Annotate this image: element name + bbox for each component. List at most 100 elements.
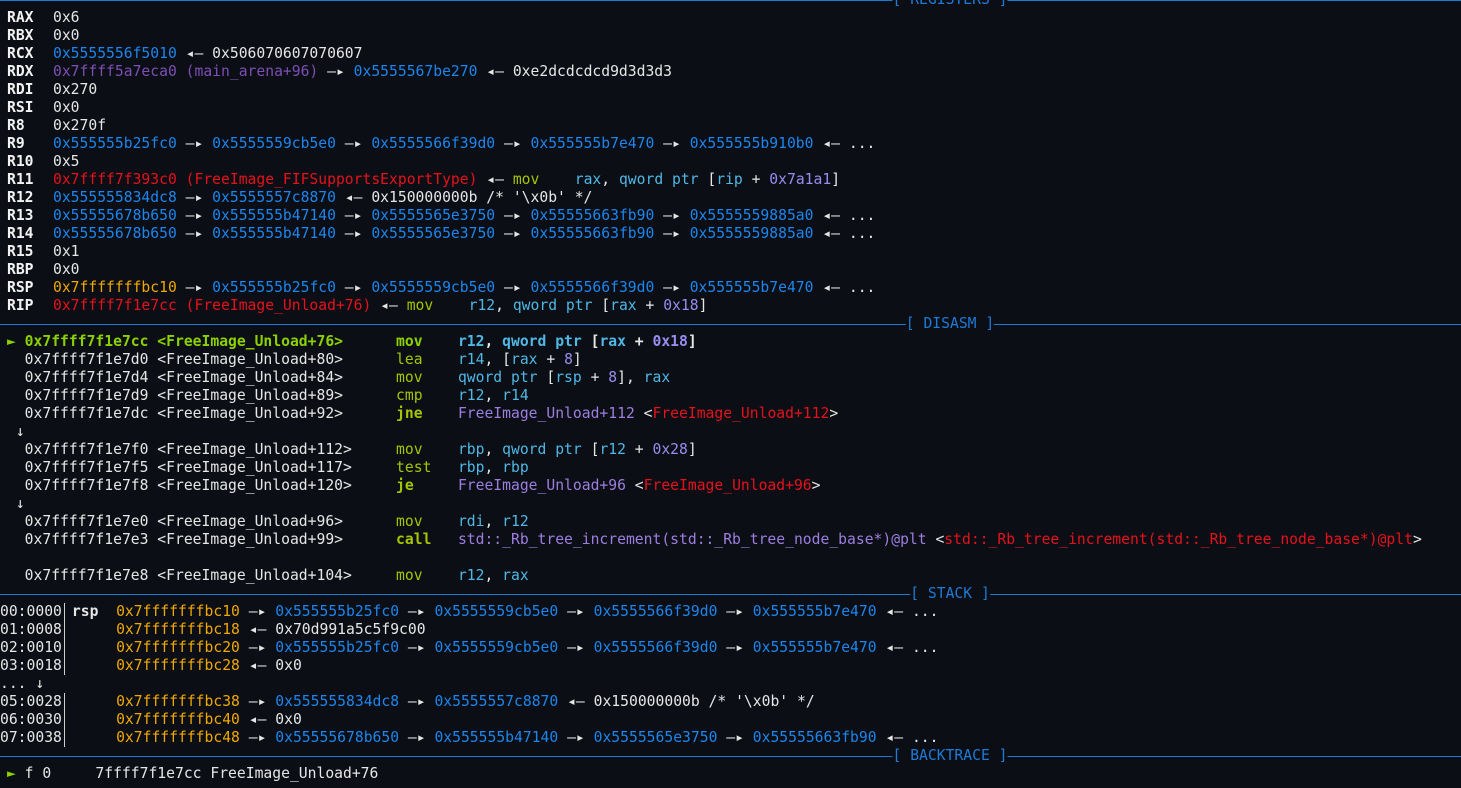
value-segment: 8: [564, 351, 573, 368]
value-segment: qword ptr: [618, 171, 699, 188]
instruction-address: 0x7ffff7f1e7e0 <FreeImage_Unload+96>: [24, 513, 344, 530]
value-segment: qword ptr: [502, 441, 582, 458]
value-segment: mov: [406, 297, 434, 314]
value-segment: 0x7fffffffbc48: [116, 729, 240, 746]
value-segment: +: [537, 351, 565, 368]
value-segment: ,: [484, 567, 503, 584]
stack-row: 00:0000 rsp 0x7fffffffbc10 —▸ 0x555555b25f…: [0, 603, 1461, 621]
stack-section-header: [ STACK ]: [0, 585, 1461, 603]
instruction-address: 0x7ffff7f1e7cc <FreeImage_Unload+76>: [24, 333, 344, 350]
current-frame-marker-icon: ►: [7, 765, 16, 782]
value-segment: 0x555555b47140: [212, 225, 336, 242]
value-segment: 0x55555678b650: [53, 207, 177, 224]
register-name: RBP: [7, 261, 34, 278]
value-segment: mov: [512, 171, 540, 188]
value-segment: r14: [457, 351, 485, 368]
value-segment: 0x5555559cb5e0: [371, 279, 496, 296]
value-segment: 0x5555559cb5e0: [434, 603, 559, 620]
instruction-mnemonic: mov: [396, 333, 423, 350]
value-segment: —▸: [335, 279, 372, 296]
stack-offset: 02:0010: [0, 639, 62, 656]
value-segment: qword ptr: [512, 297, 593, 314]
value-segment: <: [926, 531, 945, 548]
value-segment: [: [698, 171, 717, 188]
value-segment: 0x6: [53, 9, 80, 26]
value-segment: ◂—: [477, 171, 513, 188]
instruction-mnemonic: je: [396, 477, 414, 494]
value-segment: ,: [484, 387, 503, 404]
value-segment: —▸: [239, 729, 276, 746]
value-segment: —▸: [176, 189, 213, 206]
disasm-line: 0x7ffff7f1e7e0 <FreeImage_Unload+96> mov r…: [0, 513, 1461, 531]
value-segment: —▸: [558, 603, 594, 620]
value-segment: qword ptr: [457, 369, 538, 386]
jump-arrow-icon: ↓: [7, 423, 25, 440]
value-segment: ],: [617, 369, 644, 386]
instruction-address: 0x7ffff7f1e7f5 <FreeImage_Unload+117>: [24, 459, 352, 476]
value-segment: 0x0: [53, 99, 80, 116]
instruction-address: 0x7ffff7f1e7f8 <FreeImage_Unload+120>: [24, 477, 352, 494]
disasm-header-label: [ DISASM ]: [905, 315, 995, 333]
register-name: RDI: [7, 81, 34, 98]
register-name: RBX: [7, 27, 34, 44]
stack-offset: 07:0038: [0, 729, 62, 746]
value-segment: 0x5555567be270: [353, 63, 478, 80]
value-segment: 0x5555566f39d0: [530, 279, 655, 296]
value-segment: 0x555555834dc8: [53, 189, 177, 206]
disasm-line: ► 0x7ffff7f1e7cc <FreeImage_Unload+76> mov…: [0, 333, 1461, 351]
value-segment: ,: [484, 333, 503, 350]
value-segment: [: [581, 441, 600, 458]
value-segment: —▸: [239, 693, 276, 710]
register-row-r14: R14 0x55555678b650 —▸ 0x555555b47140 —▸ 0…: [0, 225, 1461, 243]
register-row-r9: R9 0x555555b25fc0 —▸ 0x5555559cb5e0 —▸ 0x…: [0, 135, 1461, 153]
value-segment: 0x270f: [53, 117, 107, 134]
disasm-line: ↓: [0, 423, 1461, 441]
value-segment: 0x5555556f5010: [53, 45, 177, 62]
value-segment: 0x7fffffffbc28: [116, 657, 240, 674]
value-segment: —▸: [495, 225, 531, 242]
value-segment: rax: [599, 333, 626, 350]
value-segment: ◂— 0x150000000b /* '\x0b' */: [335, 189, 593, 206]
value-segment: rbp: [502, 459, 529, 476]
value-segment: >: [811, 477, 821, 494]
disasm-line: 0x7ffff7f1e7dc <FreeImage_Unload+92> jne F…: [0, 405, 1461, 423]
value-segment: —▸: [399, 603, 435, 620]
value-segment: 0x555555b25fc0: [275, 639, 400, 656]
value-segment: 0x5: [53, 153, 80, 170]
value-segment: 0x7ffff7f393c0 (FreeImage_FIFSupportsExp…: [53, 171, 478, 188]
value-segment: —▸: [176, 135, 213, 152]
value-segment: [433, 297, 468, 314]
value-segment: 0x555555b25fc0: [53, 135, 177, 152]
register-row-rbp: RBP 0x0: [0, 261, 1461, 279]
stack-header-label: [ STACK ]: [910, 585, 990, 603]
stack-separator: [63, 711, 65, 729]
value-segment: >: [829, 405, 839, 422]
value-segment: 0x5555566f39d0: [593, 639, 718, 656]
instruction-address: 0x7ffff7f1e7e3 <FreeImage_Unload+99>: [24, 531, 344, 548]
register-row-rbx: RBX 0x0: [0, 27, 1461, 45]
section-divider: [0, 756, 1461, 757]
register-name: R9: [7, 135, 25, 152]
value-segment: 0x7ffff5a7eca0 (main_arena+96): [53, 63, 319, 80]
register-row-r13: R13 0x55555678b650 —▸ 0x555555b47140 —▸ 0…: [0, 207, 1461, 225]
value-segment: —▸: [335, 135, 372, 152]
value-segment: FreeImage_Unload+96: [457, 477, 626, 494]
value-segment: 0x5555566f39d0: [371, 135, 496, 152]
value-segment: —▸: [495, 279, 531, 296]
value-segment: —▸: [717, 639, 753, 656]
value-segment: —▸: [318, 63, 354, 80]
registers-panel: RAX 0x6 RBX 0x0 RCX 0x5555556f5010 ◂— 0x50607…: [0, 9, 1461, 315]
value-segment: 0x555555b25fc0: [212, 279, 336, 296]
register-name: RSI: [7, 99, 34, 116]
instruction-mnemonic: mov: [396, 513, 423, 530]
value-segment: 0x7fffffffbc38: [116, 693, 240, 710]
disasm-line: 0x7ffff7f1e7f8 <FreeImage_Unload+120> je F…: [0, 477, 1461, 495]
register-name: R13: [7, 207, 34, 224]
instruction-address: 0x7ffff7f1e7f0 <FreeImage_Unload+112>: [24, 441, 352, 458]
stack-row: 07:0038 0x7fffffffbc48 —▸ 0x55555678b650 …: [0, 729, 1461, 747]
backtrace-header-label: [ BACKTRACE ]: [892, 747, 1008, 765]
value-segment: std::_Rb_tree_increment(std::_Rb_tree_no…: [457, 531, 927, 548]
value-segment: ◂— ...: [813, 135, 876, 152]
backtrace-section-header: [ BACKTRACE ]: [0, 747, 1461, 765]
value-segment: 0x0: [53, 261, 80, 278]
